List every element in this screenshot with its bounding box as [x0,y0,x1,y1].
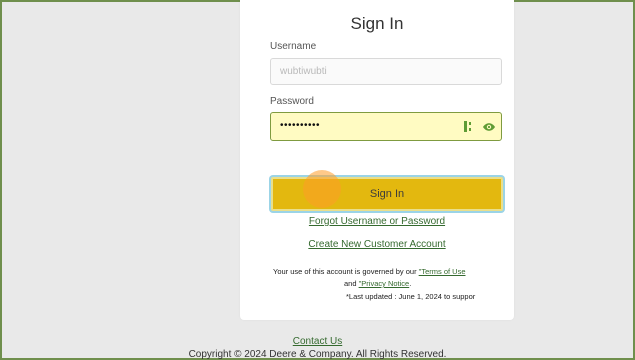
terms-notice-line-2: and "Privacy Notice. [344,279,454,288]
password-label: Password [270,96,314,107]
username-input[interactable] [270,58,502,85]
create-customer-account-link[interactable]: Create New Customer Account [240,239,514,250]
password-value: •••••••••• [280,120,321,131]
copyright-text: Copyright © 2024 Deere & Company. All Ri… [188,349,447,360]
sign-in-button[interactable]: Sign In [271,177,503,211]
terms-of-use-link[interactable]: "Terms of Use [419,267,466,276]
last-updated-text: *Last updated : June 1, 2024 to suppor [346,292,476,301]
password-field[interactable]: •••••••••• [270,112,502,141]
privacy-notice-link[interactable]: "Privacy Notice [359,279,410,288]
page-title: Sign In [350,14,404,33]
privacy-notice-suffix: . [409,279,412,288]
eye-icon[interactable] [482,122,496,132]
terms-notice-line-1: Your use of this account is governed by … [273,267,503,276]
contact-us-link[interactable]: Contact Us [0,336,635,347]
sign-in-card: Sign In Username Password •••••••••• Sig… [240,0,514,320]
password-key-icon[interactable] [463,120,472,133]
privacy-notice-prefix: and [344,279,359,288]
terms-notice-text: Your use of this account is governed by … [273,267,419,276]
forgot-username-password-link[interactable]: Forgot Username or Password [240,216,514,227]
username-label: Username [270,41,317,52]
